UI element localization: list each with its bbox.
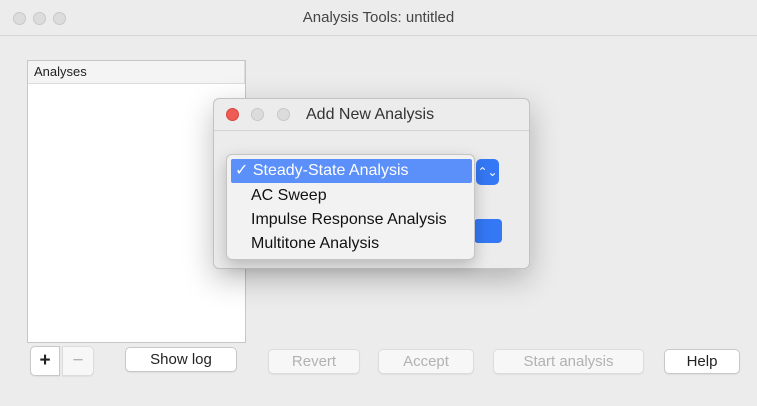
plus-icon: + bbox=[39, 350, 51, 371]
up-down-chevron-icon: ⌃⌄ bbox=[477, 165, 498, 179]
help-button[interactable]: Help bbox=[664, 349, 740, 374]
menu-item-steady-state[interactable]: ✓ Steady-State Analysis bbox=[231, 159, 472, 183]
dialog-zoom-icon[interactable] bbox=[277, 108, 290, 121]
analysis-type-menu[interactable]: ✓ Steady-State Analysis AC Sweep Impulse… bbox=[226, 154, 475, 260]
analysis-type-popup-button[interactable]: ⌃⌄ bbox=[476, 159, 499, 185]
menu-item-impulse-response[interactable]: Impulse Response Analysis bbox=[231, 208, 472, 232]
menu-item-multitone[interactable]: Multitone Analysis bbox=[231, 232, 472, 256]
analyses-column-header[interactable]: Analyses bbox=[28, 61, 245, 84]
window-title: Analysis Tools: untitled bbox=[302, 9, 455, 26]
dialog-default-button[interactable] bbox=[474, 219, 502, 243]
remove-analysis-button[interactable]: − bbox=[62, 346, 94, 376]
revert-button[interactable]: Revert bbox=[268, 349, 360, 374]
menu-item-ac-sweep[interactable]: AC Sweep bbox=[231, 184, 472, 208]
start-analysis-button[interactable]: Start analysis bbox=[493, 349, 644, 374]
dialog-minimize-icon[interactable] bbox=[251, 108, 264, 121]
dialog-title: Add New Analysis bbox=[306, 106, 435, 123]
add-analysis-button[interactable]: + bbox=[30, 346, 60, 376]
accept-button[interactable]: Accept bbox=[378, 349, 474, 374]
dialog-close-icon[interactable] bbox=[226, 108, 239, 121]
show-log-button[interactable]: Show log bbox=[125, 347, 237, 372]
minus-icon: − bbox=[72, 350, 84, 371]
